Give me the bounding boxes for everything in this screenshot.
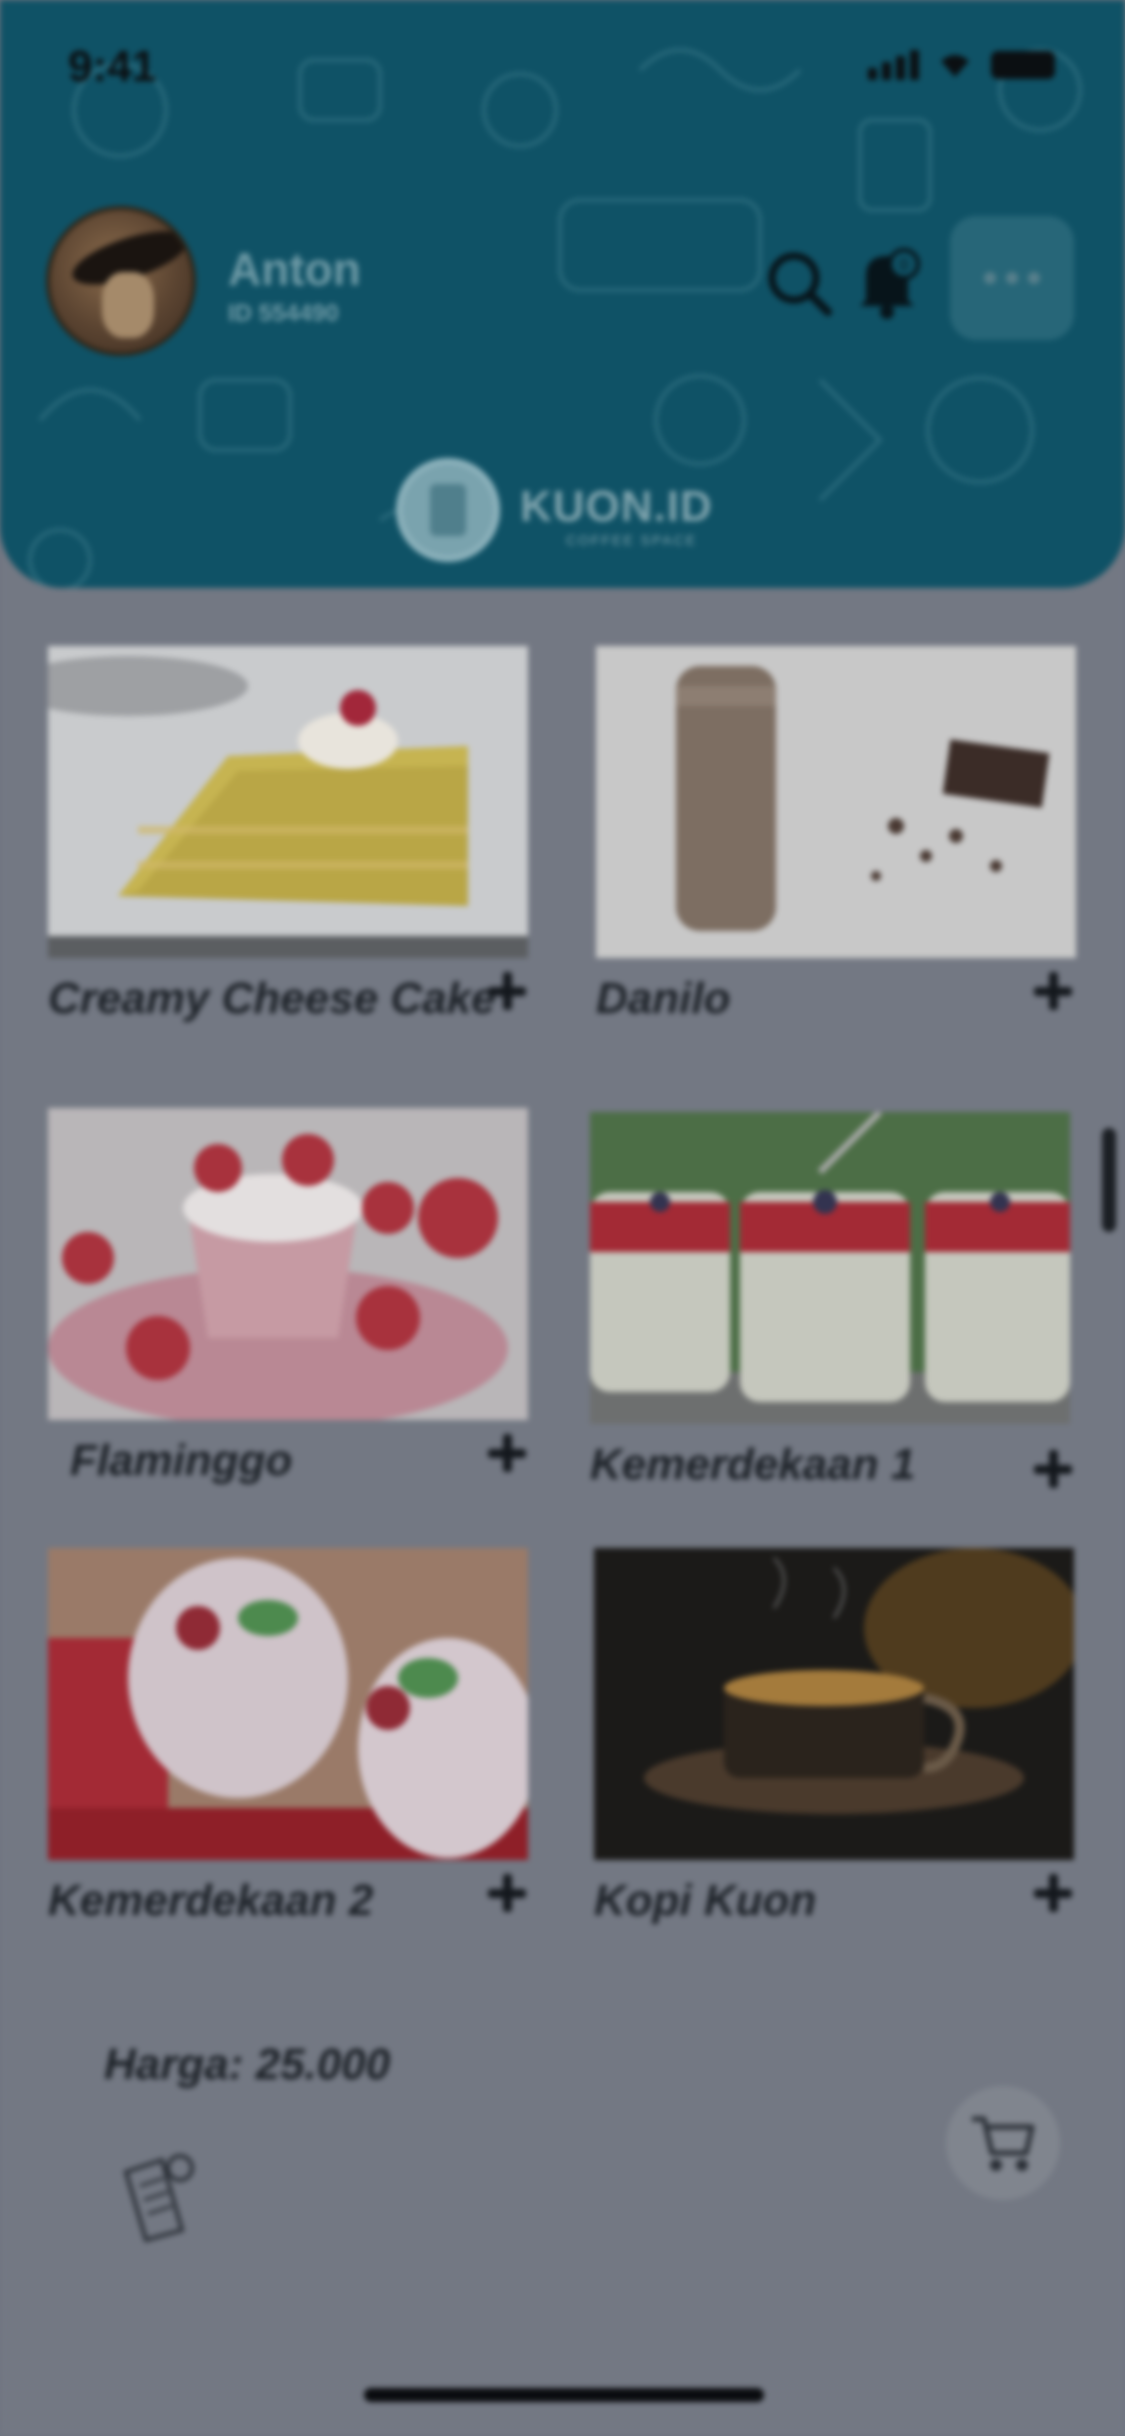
add-to-cart-plus-icon[interactable]	[484, 968, 530, 1014]
price-label: Harga: 25.000	[104, 2040, 391, 2089]
add-to-cart-plus-icon[interactable]	[1030, 968, 1076, 1014]
profile-header: 9:41 Anton ID 554490 0 KUON.ID COFFEE SP…	[0, 0, 1125, 588]
brand-logo-icon	[396, 458, 500, 562]
battery-icon	[991, 51, 1055, 79]
add-to-cart-plus-icon[interactable]	[484, 1870, 530, 1916]
notification-bell-icon[interactable]: 0	[852, 244, 922, 320]
product-name: Danilo	[596, 974, 731, 1023]
dot-icon	[1006, 272, 1018, 284]
product-image-kemerdekaan-1	[590, 1112, 1070, 1424]
wifi-icon	[941, 55, 969, 77]
brand-logo-text: KUON.ID	[520, 482, 713, 531]
add-to-cart-plus-icon[interactable]	[484, 1430, 530, 1476]
status-time: 9:41	[68, 42, 157, 91]
user-id: ID 554490	[228, 300, 339, 327]
product-image-kopi-kuon	[594, 1548, 1074, 1860]
brand-logo-subtitle: COFFEE SPACE	[566, 532, 698, 548]
shopping-cart-icon	[972, 2116, 1035, 2171]
product-name: Kopi Kuon	[594, 1876, 817, 1925]
dot-icon	[984, 272, 996, 284]
status-icons	[868, 50, 1055, 80]
add-to-cart-plus-icon[interactable]	[1030, 1446, 1076, 1492]
product-name: Kemerdekaan 1	[590, 1440, 916, 1489]
notification-count: 0	[900, 257, 909, 274]
avatar[interactable]	[46, 206, 196, 356]
home-indicator[interactable]	[364, 2388, 764, 2402]
product-name: Flaminggo	[70, 1436, 293, 1485]
search-icon[interactable]	[764, 248, 834, 318]
product-name: Creamy Cheese Cake	[48, 974, 496, 1023]
more-menu-button[interactable]	[950, 216, 1074, 340]
product-name: Kemerdekaan 2	[48, 1876, 374, 1925]
scrollbar[interactable]	[1102, 1128, 1116, 1232]
signal-icon	[868, 50, 919, 80]
app-screen: 9:41 Anton ID 554490 0 KUON.ID COFFEE SP…	[0, 0, 1125, 2436]
dot-icon	[1028, 272, 1040, 284]
cart-button[interactable]	[946, 2086, 1060, 2200]
product-image-kemerdekaan-2	[48, 1548, 528, 1860]
receipt-icon[interactable]	[112, 2152, 200, 2242]
product-image-cheesecake	[48, 646, 528, 958]
product-image-flaminggo	[48, 1108, 528, 1420]
product-image-danilo	[596, 646, 1076, 958]
user-name: Anton	[228, 243, 361, 295]
add-to-cart-plus-icon[interactable]	[1030, 1870, 1076, 1916]
